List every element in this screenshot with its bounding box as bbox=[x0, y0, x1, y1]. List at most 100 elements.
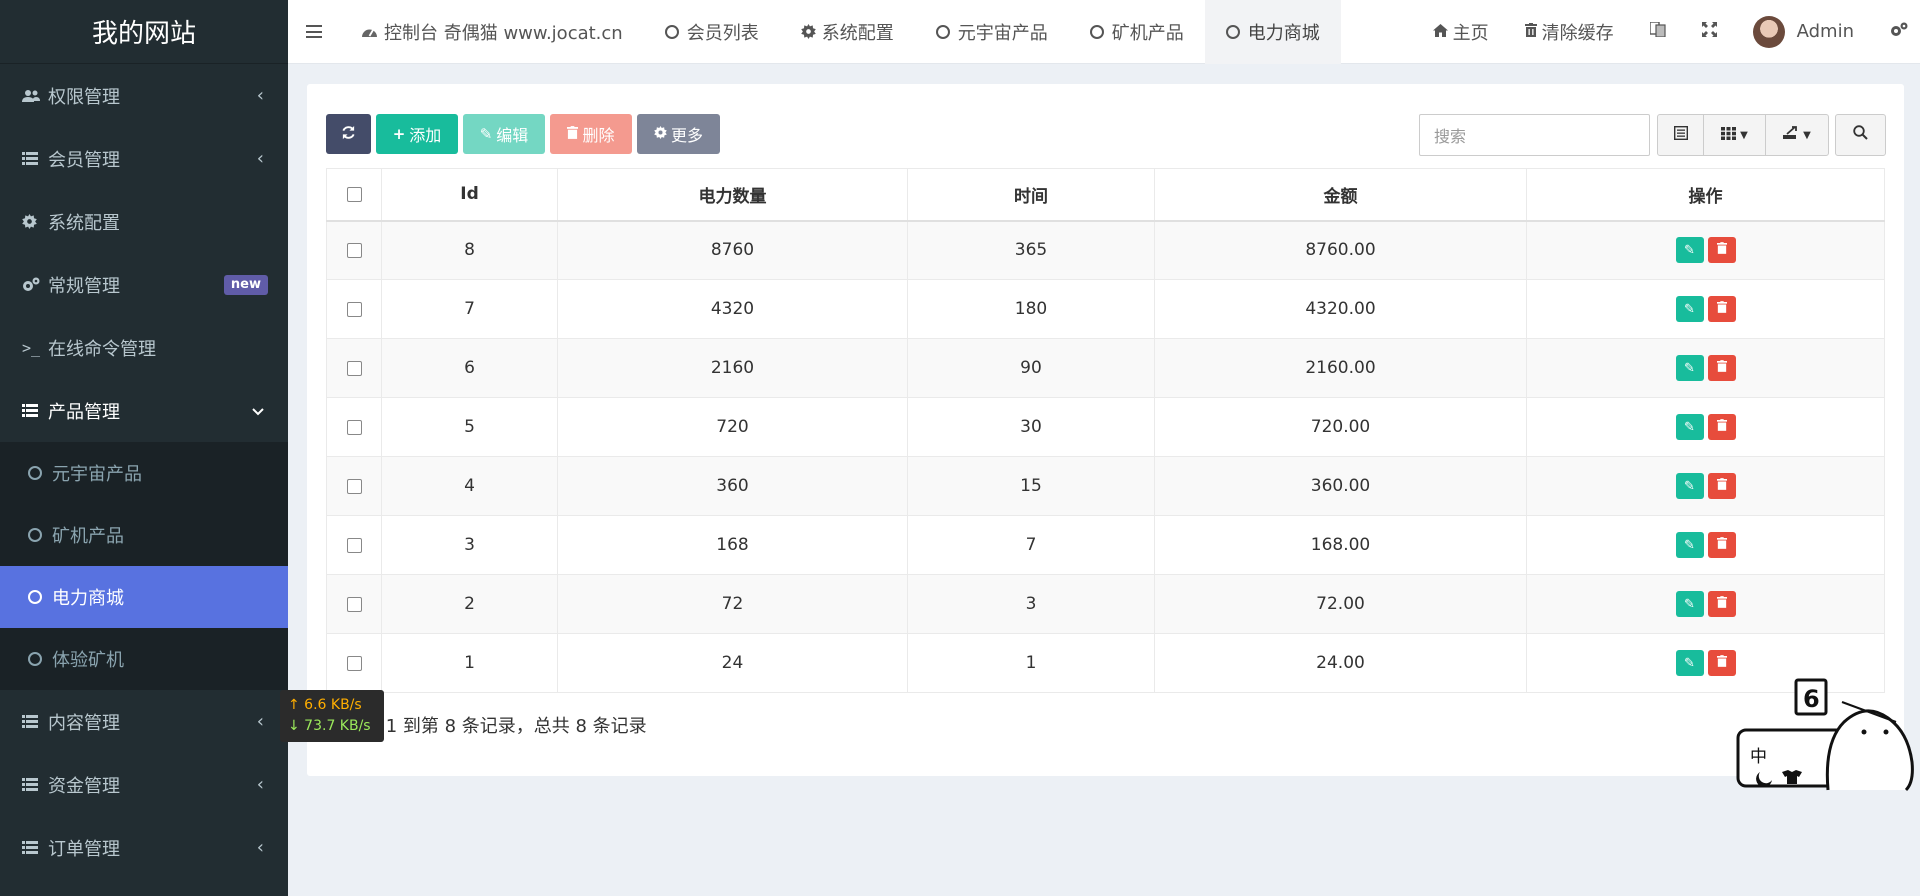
row-checkbox[interactable] bbox=[346, 301, 362, 317]
row-delete-button[interactable] bbox=[1707, 650, 1736, 676]
site-logo[interactable]: 我的网站 bbox=[0, 0, 288, 64]
pencil-icon: ✎ bbox=[1684, 478, 1695, 494]
circle-icon bbox=[1089, 24, 1104, 39]
row-edit-button[interactable]: ✎ bbox=[1675, 414, 1704, 440]
row-delete-button[interactable] bbox=[1707, 355, 1736, 381]
cell-actions: ✎ bbox=[1526, 515, 1885, 575]
add-button[interactable]: + 添加 bbox=[376, 114, 458, 154]
row-checkbox[interactable] bbox=[346, 596, 362, 612]
tab-system-config[interactable]: 系统配置 bbox=[780, 0, 915, 64]
expand-icon bbox=[1701, 21, 1717, 42]
sidebar-item-orders[interactable]: 订单管理 ‹ bbox=[0, 816, 288, 879]
fullscreen-button[interactable] bbox=[1684, 0, 1735, 64]
pencil-icon: ✎ bbox=[1684, 301, 1695, 317]
table-view-controls: ▼ ▼ bbox=[1657, 114, 1829, 156]
pencil-icon: ✎ bbox=[1684, 596, 1695, 612]
search-input[interactable]: 搜索 bbox=[1419, 114, 1650, 156]
sidebar-subitem-metaverse[interactable]: 元宇宙产品 bbox=[0, 442, 288, 504]
home-link[interactable]: 主页 bbox=[1415, 0, 1507, 64]
row-edit-button[interactable]: ✎ bbox=[1675, 473, 1704, 499]
sidebar-item-members[interactable]: 会员管理 ‹ bbox=[0, 127, 288, 190]
trash-icon bbox=[1716, 537, 1727, 553]
hamburger-icon bbox=[306, 25, 322, 38]
clear-cache-button[interactable]: 清除缓存 bbox=[1507, 0, 1632, 64]
chevron-left-icon: ‹ bbox=[256, 148, 264, 169]
row-delete-button[interactable] bbox=[1707, 473, 1736, 499]
export-dropdown-button[interactable]: ▼ bbox=[1766, 115, 1828, 155]
cell-id: 4 bbox=[381, 456, 558, 516]
sidebar-subitem-trial-miner[interactable]: 体验矿机 bbox=[0, 628, 288, 690]
mascot-widget[interactable]: 中 6 bbox=[1736, 672, 1916, 796]
table-row: 1 24 1 24.00 ✎ bbox=[326, 633, 1885, 693]
column-header-power[interactable]: 电力数量 bbox=[557, 168, 908, 222]
sidebar-subitem-power-mall[interactable]: 电力商城 bbox=[0, 566, 288, 628]
sidebar-item-system-config[interactable]: 系统配置 bbox=[0, 190, 288, 253]
row-edit-button[interactable]: ✎ bbox=[1675, 532, 1704, 558]
tab-member-list[interactable]: 会员列表 bbox=[644, 0, 780, 64]
export-icon bbox=[1783, 126, 1799, 144]
cell-amount: 360.00 bbox=[1154, 456, 1527, 516]
sidebar-item-permissions[interactable]: 权限管理 ‹ bbox=[0, 64, 288, 127]
column-header-amount[interactable]: 金额 bbox=[1154, 168, 1527, 222]
edit-button[interactable]: ✎ 编辑 bbox=[463, 114, 545, 154]
language-button[interactable] bbox=[1632, 0, 1684, 64]
cell-actions: ✎ bbox=[1526, 574, 1885, 634]
caret-down-icon: ▼ bbox=[1803, 129, 1811, 141]
row-delete-button[interactable] bbox=[1707, 237, 1736, 264]
row-checkbox[interactable] bbox=[346, 360, 362, 376]
row-delete-button[interactable] bbox=[1707, 532, 1736, 558]
row-delete-button[interactable] bbox=[1707, 591, 1736, 617]
refresh-button[interactable] bbox=[326, 114, 371, 154]
row-delete-button[interactable] bbox=[1707, 414, 1736, 440]
sidebar-item-funds[interactable]: 资金管理 ‹ bbox=[0, 753, 288, 816]
trash-icon bbox=[1524, 22, 1537, 41]
sidebar-item-general[interactable]: 常规管理 new bbox=[0, 253, 288, 316]
row-checkbox[interactable] bbox=[346, 655, 362, 671]
row-edit-button[interactable]: ✎ bbox=[1675, 650, 1704, 676]
tab-dashboard[interactable]: 控制台 奇偶猫 www.jocat.cn bbox=[340, 0, 644, 64]
delete-button[interactable]: 删除 bbox=[550, 114, 632, 154]
search-button[interactable] bbox=[1835, 114, 1886, 156]
row-delete-button[interactable] bbox=[1707, 296, 1736, 322]
select-all-checkbox[interactable] bbox=[346, 186, 362, 202]
row-checkbox[interactable] bbox=[346, 537, 362, 553]
tab-metaverse-products[interactable]: 元宇宙产品 bbox=[915, 0, 1069, 64]
power-mall-table: Id 电力数量 时间 金额 操作 8 8760 365 8760.00 ✎ 7 4320 18… bbox=[326, 168, 1885, 693]
tab-label: 矿机产品 bbox=[1111, 22, 1184, 44]
sidebar-item-content[interactable]: 内容管理 ‹ bbox=[0, 690, 288, 753]
row-edit-button[interactable]: ✎ bbox=[1675, 296, 1704, 322]
row-edit-button[interactable]: ✎ bbox=[1675, 237, 1704, 264]
table-row: 4 360 15 360.00 ✎ bbox=[326, 456, 1885, 516]
columns-dropdown-button[interactable]: ▼ bbox=[1704, 115, 1766, 155]
cell-id: 3 bbox=[381, 515, 558, 575]
row-checkbox[interactable] bbox=[346, 478, 362, 494]
user-menu[interactable]: Admin bbox=[1735, 0, 1872, 64]
row-checkbox[interactable] bbox=[346, 242, 362, 258]
table-row: 6 2160 90 2160.00 ✎ bbox=[326, 338, 1885, 398]
user-name: Admin bbox=[1796, 21, 1854, 42]
column-header-time[interactable]: 时间 bbox=[907, 168, 1155, 222]
tab-miner-products[interactable]: 矿机产品 bbox=[1069, 0, 1205, 64]
mascot-badge: 6 bbox=[1803, 685, 1820, 713]
row-checkbox[interactable] bbox=[346, 419, 362, 435]
toggle-card-view-button[interactable] bbox=[1658, 115, 1704, 155]
control-sidebar-button[interactable] bbox=[1872, 0, 1920, 64]
row-edit-button[interactable]: ✎ bbox=[1675, 591, 1704, 617]
sidebar-item-label: 在线命令管理 bbox=[48, 338, 156, 360]
cell-power: 8760 bbox=[557, 220, 908, 280]
tab-label: 会员列表 bbox=[686, 22, 759, 44]
column-header-id[interactable]: Id bbox=[381, 168, 558, 222]
sidebar-toggle-button[interactable] bbox=[288, 0, 340, 64]
cell-power: 360 bbox=[557, 456, 908, 516]
sidebar-subitem-miners[interactable]: 矿机产品 bbox=[0, 504, 288, 566]
sidebar-subitem-label: 电力商城 bbox=[52, 588, 124, 609]
cell-amount: 720.00 bbox=[1154, 397, 1527, 457]
row-edit-button[interactable]: ✎ bbox=[1675, 355, 1704, 381]
download-speed: ↓ 73.7 KB/s bbox=[288, 718, 371, 734]
tab-power-mall[interactable]: 电力商城 bbox=[1204, 0, 1341, 64]
more-button[interactable]: 更多 bbox=[637, 114, 720, 154]
sidebar-item-products[interactable]: 产品管理 bbox=[0, 379, 288, 442]
sidebar-item-online-command[interactable]: >_ 在线命令管理 bbox=[0, 316, 288, 379]
circle-icon bbox=[28, 590, 42, 604]
more-label: 更多 bbox=[670, 126, 703, 145]
